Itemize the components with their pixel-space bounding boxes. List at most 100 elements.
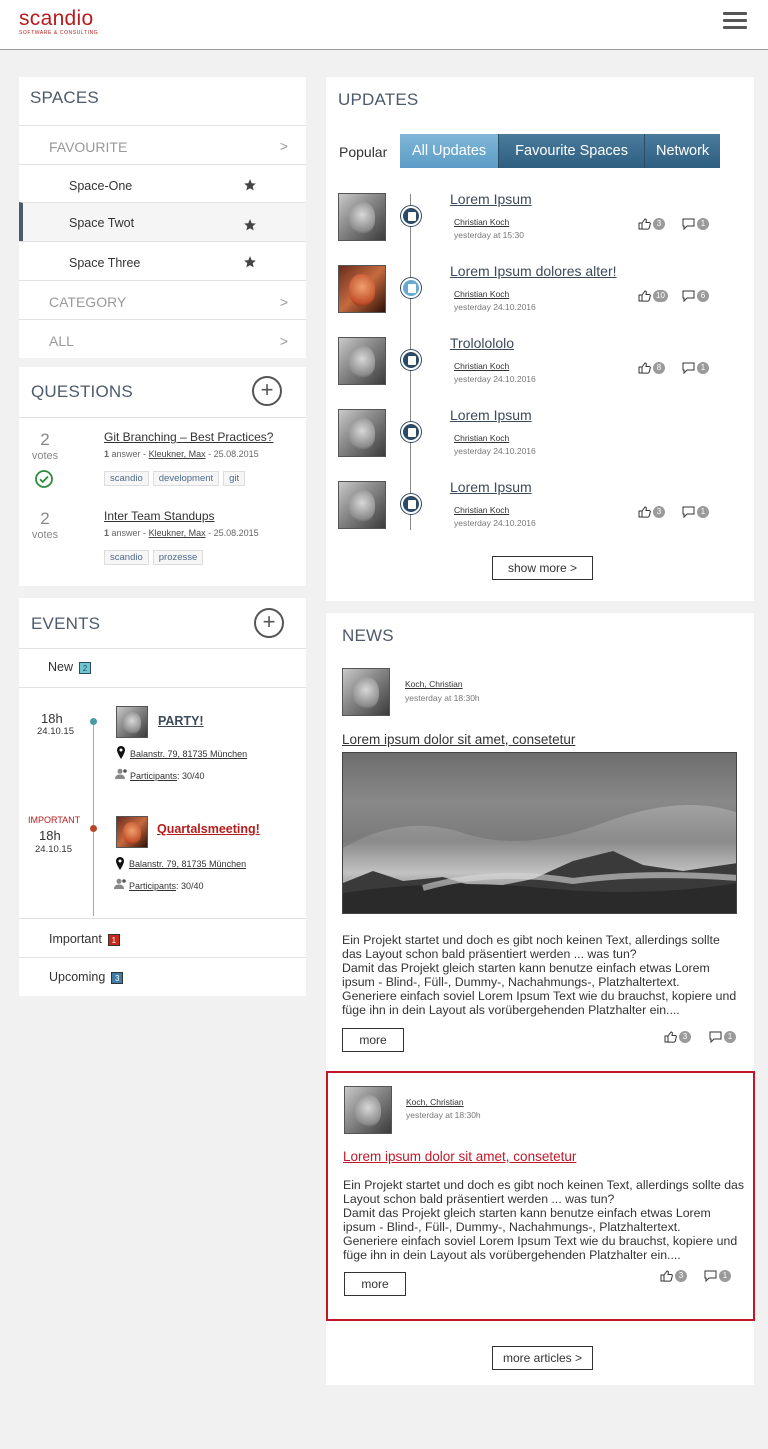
tag[interactable]: git — [223, 471, 246, 486]
question-date: - 25.08.2015 — [208, 449, 259, 459]
news-headline-link[interactable]: Lorem ipsum dolor sit amet, consetetur — [342, 732, 575, 747]
divider — [19, 918, 306, 919]
comment-stat[interactable]: 6 — [682, 290, 709, 302]
divider — [19, 417, 306, 418]
news-more-button[interactable]: more — [344, 1272, 406, 1296]
author-link[interactable]: Kleukner, Max — [149, 449, 206, 459]
update-title-link[interactable]: Lorem Ipsum dolores alter! — [450, 263, 617, 279]
update-author-link[interactable]: Christian Koch — [454, 433, 509, 443]
events-important-filter[interactable]: Important 1 — [49, 932, 120, 946]
scandio-logo[interactable]: scandio SOFTWARE & CONSULTING — [19, 8, 99, 36]
like-stat[interactable]: 3 — [638, 506, 665, 518]
more-articles-button[interactable]: more articles > — [492, 1346, 593, 1370]
space-item[interactable]: Space Three — [19, 241, 306, 280]
update-title-link[interactable]: Lorem Ipsum — [450, 191, 532, 207]
event-title-link[interactable]: PARTY! — [158, 714, 204, 728]
tag[interactable]: prozesse — [152, 550, 204, 565]
star-icon[interactable] — [243, 178, 257, 192]
update-author-link[interactable]: Christian Koch — [454, 361, 509, 371]
questions-panel: QUESTIONS + 2 votes Git Branching – Best… — [19, 367, 306, 586]
like-stat[interactable]: 10 — [638, 290, 668, 302]
add-question-button[interactable]: + — [252, 376, 282, 406]
tab-all-updates[interactable]: All Updates — [400, 134, 500, 168]
popular-filter[interactable]: Popular — [339, 144, 387, 160]
timeline-dot — [90, 825, 97, 832]
vote-count: 2 votes — [25, 509, 65, 541]
update-title-link[interactable]: Lorem Ipsum — [450, 407, 532, 423]
events-title: EVENTS — [31, 614, 101, 633]
vote-count: 2 votes — [25, 430, 65, 462]
space-item[interactable]: Space-One — [19, 164, 306, 202]
news-author-link[interactable]: Koch, Christian — [406, 1097, 464, 1107]
news-time: yesterday at 18:30h — [405, 693, 480, 703]
tag[interactable]: development — [152, 471, 220, 486]
spaces-favourite-row[interactable]: FAVOURITE > — [19, 125, 306, 164]
spaces-category-row[interactable]: CATEGORY > — [19, 280, 306, 319]
event-time: 18h — [41, 711, 63, 726]
events-panel: EVENTS + New 2 18h 24.10.15 PARTY! Balans… — [19, 598, 306, 996]
event-address-link[interactable]: Balanstr. 79, 81735 München — [129, 859, 246, 869]
spaces-all-row[interactable]: ALL > — [19, 319, 306, 358]
events-upcoming-filter[interactable]: Upcoming 3 — [49, 970, 124, 984]
tab-favourite-spaces[interactable]: Favourite Spaces — [499, 134, 645, 168]
event-title-link[interactable]: Quartalsmeeting! — [157, 822, 260, 836]
comment-icon — [704, 1270, 717, 1282]
news-headline-link[interactable]: Lorem ipsum dolor sit amet, consetetur — [343, 1149, 576, 1164]
events-new-filter[interactable]: New 2 — [48, 660, 92, 674]
tag[interactable]: scandio — [104, 471, 149, 486]
comment-icon — [682, 362, 695, 374]
update-author-link[interactable]: Christian Koch — [454, 217, 509, 227]
news-author-link[interactable]: Koch, Christian — [405, 679, 463, 689]
menu-icon[interactable] — [723, 12, 747, 30]
spaces-title: SPACES — [30, 88, 99, 107]
like-stat[interactable]: 3 — [660, 1270, 687, 1282]
add-event-button[interactable]: + — [254, 608, 284, 638]
like-stat[interactable]: 8 — [638, 362, 665, 374]
question-item: 2 votes Git Branching – Best Practices? … — [19, 427, 306, 497]
logo-subtitle: SOFTWARE & CONSULTING — [19, 30, 99, 36]
question-title-link[interactable]: Git Branching – Best Practices? — [104, 430, 273, 444]
chevron-right-icon: > — [279, 138, 288, 154]
tag[interactable]: scandio — [104, 550, 149, 565]
news-image[interactable] — [342, 752, 737, 914]
star-icon[interactable] — [243, 255, 257, 269]
update-author-link[interactable]: Christian Koch — [454, 505, 509, 515]
updates-title: UPDATES — [338, 90, 419, 109]
question-title-link[interactable]: Inter Team Standups — [104, 509, 215, 523]
author-link[interactable]: Kleukner, Max — [149, 528, 206, 538]
participants-icon — [115, 768, 127, 779]
comment-icon — [682, 506, 695, 518]
update-title-link[interactable]: Lorem Ipsum — [450, 479, 532, 495]
new-count-badge: 2 — [79, 661, 92, 674]
like-count: 10 — [653, 290, 668, 302]
comment-stat[interactable]: 1 — [682, 218, 709, 230]
space-item-selected[interactable]: Space Twot — [19, 202, 306, 241]
participants-link[interactable]: Participants — [129, 881, 176, 891]
comment-stat[interactable]: 1 — [682, 506, 709, 518]
thumbs-up-icon — [638, 218, 651, 230]
update-avatar — [338, 193, 386, 241]
favourite-label: FAVOURITE — [49, 139, 128, 155]
news-more-button[interactable]: more — [342, 1028, 404, 1052]
news-article: Koch, Christian yesterday at 18:30h Lore… — [326, 663, 754, 1063]
comment-stat[interactable]: 1 — [682, 362, 709, 374]
chevron-right-icon: > — [279, 294, 288, 310]
star-icon[interactable] — [243, 218, 257, 232]
event-address-link[interactable]: Balanstr. 79, 81735 München — [130, 749, 247, 759]
participants-link[interactable]: Participants — [130, 771, 177, 781]
update-author-link[interactable]: Christian Koch — [454, 289, 509, 299]
tab-network[interactable]: Network — [645, 134, 721, 168]
comment-stat[interactable]: 1 — [709, 1031, 736, 1043]
comment-stat[interactable]: 1 — [704, 1270, 731, 1282]
show-more-button[interactable]: show more > — [492, 556, 593, 580]
event-date: 24.10.15 — [37, 726, 74, 737]
answer-count: 1 — [104, 528, 110, 538]
comment-count: 1 — [697, 506, 709, 518]
vote-label: votes — [31, 450, 59, 462]
update-title-link[interactable]: Trololololo — [450, 335, 514, 351]
important-label: IMPORTANT — [28, 815, 81, 825]
like-stat[interactable]: 3 — [638, 218, 665, 230]
like-stat[interactable]: 3 — [664, 1031, 691, 1043]
news-author-avatar — [342, 668, 390, 716]
answer-label: answer - — [111, 528, 147, 538]
